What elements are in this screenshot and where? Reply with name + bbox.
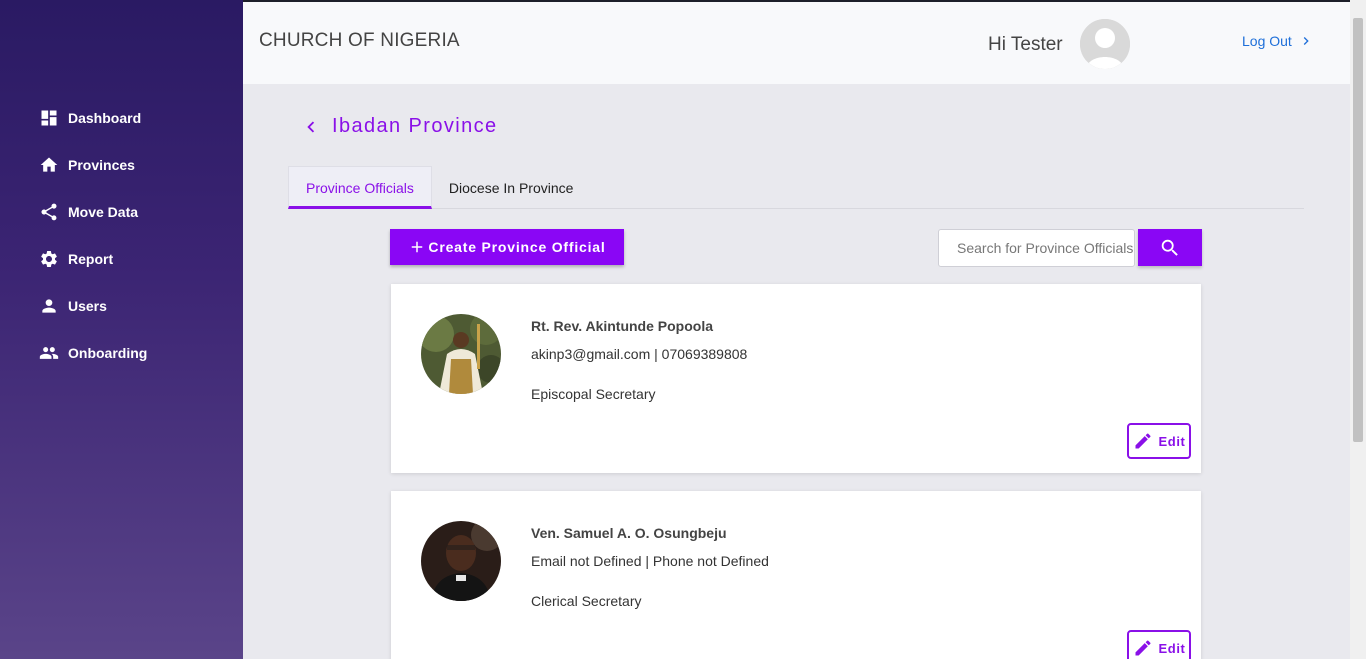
scrollbar-thumb[interactable] <box>1353 18 1363 442</box>
brand-title: CHURCH OF NIGERIA <box>259 30 460 51</box>
tab-province-officials[interactable]: Province Officials <box>288 166 432 209</box>
tab-bar: Province Officials Diocese In Province <box>288 166 1304 209</box>
sidebar-item-label: Report <box>68 250 114 267</box>
create-button-label: Create Province Official <box>428 239 606 255</box>
tab-diocese-in-province[interactable]: Diocese In Province <box>432 166 591 209</box>
share-icon <box>39 202 59 222</box>
edit-button[interactable]: Edit <box>1127 630 1191 659</box>
edit-label: Edit <box>1158 433 1186 449</box>
avatar[interactable] <box>1080 19 1130 69</box>
group-icon <box>39 343 59 363</box>
sidebar-nav: Dashboard Provinces Move Data Report Use… <box>0 94 243 376</box>
sidebar-item-label: Onboarding <box>68 344 148 361</box>
sidebar-item-label: Provinces <box>68 156 135 173</box>
search-input[interactable] <box>938 229 1135 267</box>
sidebar-item-report[interactable]: Report <box>0 235 243 282</box>
top-bar: CHURCH OF NIGERIA Hi Tester Log Out <box>243 0 1350 84</box>
official-contact: akinp3@gmail.com | 07069389808 <box>531 346 748 362</box>
gear-icon <box>39 249 59 269</box>
chevron-right-icon <box>1303 37 1309 45</box>
page-scrollbar[interactable] <box>1350 0 1366 659</box>
default-avatar-icon <box>1080 19 1130 69</box>
edit-button[interactable]: Edit <box>1127 423 1191 459</box>
dashboard-icon <box>39 108 59 128</box>
sidebar: Dashboard Provinces Move Data Report Use… <box>0 0 243 659</box>
back-to-provinces[interactable]: Ibadan Province <box>300 115 498 138</box>
search-icon <box>1161 239 1178 256</box>
official-contact: Email not Defined | Phone not Defined <box>531 553 769 569</box>
official-photo <box>421 521 501 601</box>
official-role: Episcopal Secretary <box>531 386 656 402</box>
sidebar-item-dashboard[interactable]: Dashboard <box>0 94 243 141</box>
official-name: Rt. Rev. Akintunde Popoola <box>531 318 714 334</box>
pencil-icon <box>1135 640 1151 656</box>
sidebar-item-move-data[interactable]: Move Data <box>0 188 243 235</box>
logout-label: Log Out <box>1242 33 1292 49</box>
official-card: Ven. Samuel A. O. Osungbeju Email not De… <box>391 491 1201 659</box>
edit-label: Edit <box>1158 640 1186 656</box>
official-card: Rt. Rev. Akintunde Popoola akinp3@gmail.… <box>391 284 1201 473</box>
user-greeting: Hi Tester <box>988 34 1063 55</box>
search-button[interactable] <box>1138 229 1202 266</box>
sidebar-item-label: Move Data <box>68 203 139 220</box>
person-icon <box>39 296 59 316</box>
page-title: Ibadan Province <box>332 115 498 137</box>
create-province-official-button[interactable]: Create Province Official <box>390 229 624 265</box>
sidebar-item-users[interactable]: Users <box>0 282 243 329</box>
logout-link[interactable]: Log Out <box>1242 33 1314 49</box>
plus-icon <box>412 241 423 253</box>
sidebar-item-provinces[interactable]: Provinces <box>0 141 243 188</box>
official-photo <box>421 314 501 394</box>
home-icon <box>39 155 59 175</box>
pencil-icon <box>1135 433 1151 449</box>
official-role: Clerical Secretary <box>531 593 642 609</box>
sidebar-item-label: Dashboard <box>68 109 142 126</box>
sidebar-item-onboarding[interactable]: Onboarding <box>0 329 243 376</box>
sidebar-item-label: Users <box>68 297 107 314</box>
official-name: Ven. Samuel A. O. Osungbeju <box>531 525 727 541</box>
chevron-left-icon <box>307 121 315 132</box>
